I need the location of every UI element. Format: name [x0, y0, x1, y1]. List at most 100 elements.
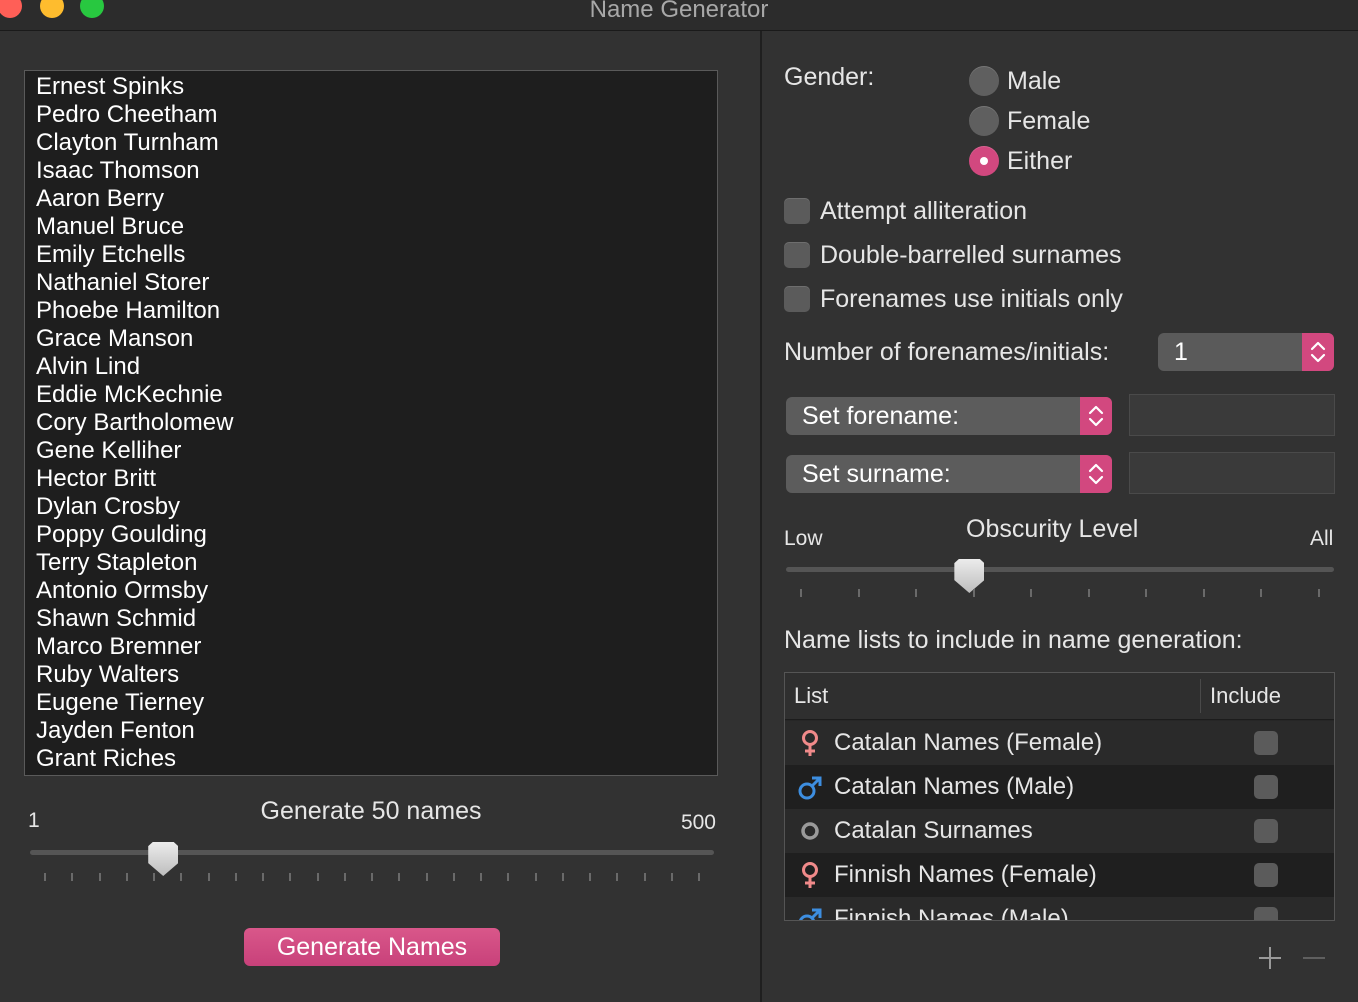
gender-radio-female[interactable]: Female — [969, 103, 1090, 139]
gender-radio-male[interactable]: Male — [969, 63, 1061, 99]
chevron-updown-icon[interactable] — [1302, 333, 1334, 371]
name-lists-heading: Name lists to include in name generation… — [784, 626, 1243, 654]
list-item[interactable]: Eddie McKechnie — [36, 381, 717, 409]
slider-tick — [972, 589, 975, 597]
slider-tick — [1145, 589, 1148, 597]
list-item[interactable]: Shawn Schmid — [36, 605, 717, 633]
list-item[interactable]: Emily Etchells — [36, 241, 717, 269]
slider-tick — [398, 873, 401, 881]
column-header-list[interactable]: List — [794, 673, 828, 719]
surname-field[interactable] — [1129, 452, 1335, 494]
list-item[interactable]: Aaron Berry — [36, 185, 717, 213]
alliteration-checkbox[interactable] — [784, 198, 810, 224]
list-item[interactable]: Hector Britt — [36, 465, 717, 493]
list-item[interactable]: Eugene Tierney — [36, 689, 717, 717]
set-forename-popup[interactable]: Set forename: — [786, 397, 1112, 435]
surname-icon — [801, 822, 819, 840]
split-divider[interactable] — [760, 31, 762, 1002]
radio-button[interactable] — [969, 146, 999, 176]
slider-tick — [262, 873, 264, 881]
chevron-updown-icon[interactable] — [1080, 397, 1112, 435]
radio-button[interactable] — [969, 106, 999, 136]
slider-tick — [507, 873, 510, 881]
male-icon — [799, 908, 822, 920]
initials-only-checkbox[interactable] — [784, 286, 810, 312]
slider-tick — [425, 873, 428, 881]
list-name: Catalan Names (Male) — [834, 773, 1075, 800]
slider-tick — [670, 873, 673, 881]
generated-names-list[interactable]: Ernest Spinks Pedro Cheetham Clayton Turnh… — [24, 70, 718, 776]
radio-button[interactable] — [969, 66, 999, 96]
column-separator[interactable] — [1200, 679, 1201, 713]
gender-radio-either[interactable]: Either — [969, 143, 1072, 179]
include-checkbox[interactable] — [1254, 907, 1278, 920]
set-surname-popup[interactable]: Set surname: — [786, 455, 1112, 493]
column-header-include[interactable]: Include — [1210, 673, 1281, 719]
title-bar: Name Generator — [0, 0, 1358, 31]
table-row[interactable]: Catalan Names (Female) — [785, 721, 1334, 765]
list-item[interactable]: Ruby Walters — [36, 661, 717, 689]
add-list-button[interactable] — [1256, 944, 1284, 972]
slider-tick — [480, 873, 482, 881]
slider-tick — [534, 873, 537, 881]
list-item[interactable]: Phoebe Hamilton — [36, 297, 717, 325]
generate-count-label: Generate 50 names — [260, 797, 482, 825]
list-item[interactable]: Jayden Fenton — [36, 717, 717, 745]
list-item[interactable]: Ernest Spinks — [36, 73, 717, 101]
list-item[interactable]: Clayton Turnham — [36, 129, 717, 157]
list-item[interactable]: Gene Kelliher — [36, 437, 717, 465]
list-item[interactable]: Grace Manson — [36, 325, 717, 353]
list-item[interactable]: Dylan Crosby — [36, 493, 717, 521]
slider-tick — [915, 589, 918, 597]
slider-tick — [1030, 589, 1033, 597]
slider-tick — [857, 589, 860, 597]
table-row[interactable]: Catalan Names (Male) — [785, 765, 1334, 809]
table-row[interactable]: Finnish Names (Male) — [785, 897, 1334, 920]
list-item[interactable]: Terry Stapleton — [36, 549, 717, 577]
remove-list-button[interactable] — [1300, 944, 1328, 972]
window-title: Name Generator — [589, 0, 769, 23]
count-slider-track[interactable] — [30, 850, 714, 855]
list-item[interactable]: Grant Riches — [36, 745, 717, 773]
initials-only-option[interactable]: Forenames use initials only — [784, 282, 1123, 316]
forename-field[interactable] — [1129, 394, 1335, 436]
chevron-updown-icon[interactable] — [1080, 455, 1112, 493]
set-forename-label: Set forename: — [802, 402, 960, 430]
initials-only-label: Forenames use initials only — [820, 284, 1123, 313]
obscurity-slider-track[interactable] — [786, 567, 1334, 572]
double-barrelled-checkbox[interactable] — [784, 242, 810, 268]
slider-tick — [1202, 589, 1205, 597]
name-lists-table[interactable]: List Include Catalan Names (Female) Cata… — [784, 672, 1335, 921]
list-item[interactable]: Pedro Cheetham — [36, 101, 717, 129]
list-item[interactable]: Nathaniel Storer — [36, 269, 717, 297]
table-row[interactable]: Catalan Surnames — [785, 809, 1334, 853]
list-item[interactable]: Alvin Lind — [36, 353, 717, 381]
double-barrelled-option[interactable]: Double-barrelled surnames — [784, 238, 1122, 272]
generate-names-button[interactable]: Generate Names — [244, 928, 500, 966]
list-item[interactable]: Manuel Bruce — [36, 213, 717, 241]
table-row[interactable]: Finnish Names (Female) — [785, 853, 1334, 897]
male-icon — [798, 776, 822, 800]
list-item[interactable]: Isaac Thomson — [36, 157, 717, 185]
obscurity-slider-thumb[interactable] — [954, 559, 985, 593]
forename-count-value: 1 — [1174, 338, 1188, 366]
list-item[interactable]: Antonio Ormsby — [36, 577, 717, 605]
slider-tick — [234, 873, 237, 881]
names-list: Ernest Spinks Pedro Cheetham Clayton Turnh… — [25, 71, 717, 773]
include-checkbox[interactable] — [1254, 819, 1278, 843]
slider-tick — [800, 589, 802, 597]
include-checkbox[interactable] — [1254, 775, 1278, 799]
list-item[interactable]: Marco Bremner — [36, 633, 717, 661]
include-checkbox[interactable] — [1254, 731, 1278, 755]
forename-count-popup[interactable]: 1 — [1158, 333, 1334, 371]
slider-tick — [180, 873, 183, 881]
radio-label: Female — [1007, 106, 1091, 135]
include-checkbox[interactable] — [1254, 863, 1278, 887]
count-slider-thumb[interactable] — [148, 842, 179, 876]
list-item[interactable]: Poppy Goulding — [36, 521, 717, 549]
alliteration-option[interactable]: Attempt alliteration — [784, 194, 1027, 228]
slider-tick — [125, 873, 128, 881]
slider-tick — [1087, 589, 1090, 597]
list-item[interactable]: Cory Bartholomew — [36, 409, 717, 437]
slider-tick — [289, 873, 292, 881]
